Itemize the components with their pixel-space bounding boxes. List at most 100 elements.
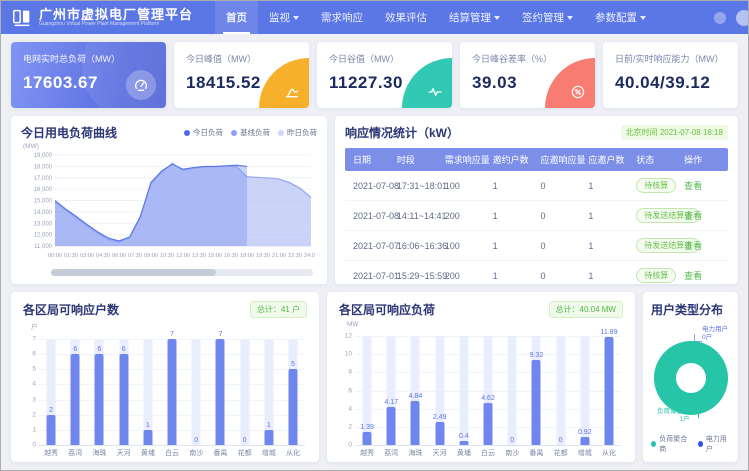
donut-label-electric-user: 电力用户 0户 — [702, 326, 728, 342]
gauge-icon — [126, 70, 156, 100]
nav-item-2[interactable]: 需求响应 — [310, 1, 374, 34]
table-cell: 100 — [441, 231, 489, 261]
category-label: 黄埔 — [457, 448, 471, 458]
nav-item-5[interactable]: 签约管理 — [511, 1, 584, 34]
bar — [459, 441, 468, 445]
bar-column-天河: 6天河 — [112, 331, 136, 458]
district-users-card: 各区局可响应户数 总计：41 户 户 012345672越秀6荔湾6海珠6天河1… — [11, 292, 319, 462]
bar-column-黄埔: 0.4黄埔 — [452, 328, 476, 458]
chart-zoom-thumb[interactable] — [51, 269, 216, 276]
load-curve-legend: 今日负荷基线负荷 昨日负荷 — [184, 127, 317, 138]
table-cell: 1 — [584, 171, 632, 201]
donut-label-aggregator: 负荷聚合商 1户 — [657, 408, 690, 424]
table-cell: 17:31~18:01 — [393, 171, 441, 201]
bar — [168, 339, 177, 445]
y-tick-label: 3 — [23, 396, 36, 403]
table-cell: 15:29~15:59 — [393, 261, 441, 291]
svg-text:16:30: 16:30 — [224, 253, 238, 259]
view-link[interactable]: 查看 — [684, 241, 702, 251]
y-tick-label: 7 — [23, 336, 36, 343]
nav-item-label: 结算管理 — [449, 10, 491, 25]
category-label: 越秀 — [44, 448, 58, 458]
pulse-icon — [402, 58, 452, 108]
bar — [119, 354, 128, 445]
bar — [387, 407, 396, 445]
status-badge: 待核算 — [636, 178, 676, 193]
table-header: 时段 — [393, 148, 441, 171]
district-users-chart: 012345672越秀6荔湾6海珠6天河1黄埔7白云0南沙7番禺0花都1增城5从… — [39, 331, 307, 458]
user-type-legend-item-0[interactable]: 负荷聚合商 — [651, 434, 690, 454]
legend-item-0[interactable]: 今日负荷 — [184, 127, 223, 138]
nav-item-label: 效果评估 — [385, 10, 427, 25]
chevron-down-icon — [494, 16, 500, 20]
svg-text:18:00: 18:00 — [240, 253, 254, 259]
table-cell: 2021-07-08 — [345, 171, 393, 201]
bar-backdrop — [459, 336, 468, 445]
notification-icon[interactable] — [714, 12, 726, 24]
kpi-row: 电网实时总负荷（MW）17603.67今日峰值（MW）18415.52今日谷值（… — [11, 42, 738, 108]
legend-item-2[interactable]: 昨日负荷 — [278, 127, 317, 138]
kpi-label: 日前/实时响应能力（MW） — [615, 52, 726, 65]
svg-text:19,000: 19,000 — [34, 153, 53, 159]
user-type-legend-item-1[interactable]: 电力用户 — [698, 434, 730, 454]
kpi-label: 电网实时总负荷（MW） — [23, 52, 154, 65]
table-row: 2021-07-0115:29~15:59200101待核算查看 — [345, 261, 728, 291]
donut-chart — [654, 341, 728, 415]
bar-value: 4.17 — [384, 399, 398, 406]
table-cell: 0 — [537, 171, 585, 201]
category-label: 花都 — [554, 448, 568, 458]
nav-item-0[interactable]: 首页 — [215, 1, 258, 34]
nav-item-1[interactable]: 监视 — [258, 1, 310, 34]
bar-value: 11.89 — [600, 329, 617, 336]
y-tick-label: 2 — [339, 423, 352, 430]
legend-dot — [651, 441, 656, 447]
nav-item-3[interactable]: 效果评估 — [374, 1, 438, 34]
legend-label: 昨日负荷 — [287, 127, 317, 138]
table-header: 操作 — [680, 148, 728, 171]
user-type-title: 用户类型分布 — [651, 301, 723, 318]
svg-text:12:00: 12:00 — [176, 253, 190, 259]
view-link[interactable]: 查看 — [684, 271, 702, 281]
status-badge: 待核算 — [636, 268, 676, 283]
y-tick-label: 4 — [23, 381, 36, 388]
category-label: 白云 — [481, 448, 495, 458]
nav-item-label: 需求响应 — [321, 10, 363, 25]
legend-dot — [698, 441, 703, 447]
svg-text:22:30: 22:30 — [288, 253, 302, 259]
bar-column-番禺: 9.32番禺 — [524, 328, 548, 458]
bar — [580, 437, 589, 445]
view-link[interactable]: 查看 — [684, 181, 702, 191]
category-label: 从化 — [286, 448, 300, 458]
bar-value: 2.49 — [433, 414, 447, 421]
category-label: 番禺 — [213, 448, 227, 458]
bar-value: 0 — [559, 437, 563, 444]
legend-label: 电力用户 — [706, 434, 730, 454]
bar-column-南沙: 0南沙 — [500, 328, 524, 458]
chevron-down-icon — [293, 16, 299, 20]
bar-value: 6 — [73, 346, 77, 353]
table-cell: 0 — [537, 231, 585, 261]
category-label: 黄埔 — [141, 448, 155, 458]
table-row: 2021-07-0814:11~14:41200101待发送结算单查看 — [345, 201, 728, 231]
nav-item-6[interactable]: 参数配置 — [584, 1, 657, 34]
bar-column-番禺: 7番禺 — [208, 331, 232, 458]
table-cell: 1 — [489, 231, 537, 261]
bar-value: 9.32 — [530, 352, 544, 359]
bar-value: 0 — [510, 437, 514, 444]
chart-zoom-slider[interactable] — [51, 269, 313, 276]
y-tick-label: 4 — [339, 405, 352, 412]
category-label: 从化 — [602, 448, 616, 458]
table-row: 2021-07-0817:31~18:01100101待核算查看 — [345, 171, 728, 201]
app-subtitle: Guangzhou Virtual Power Plant Management… — [39, 21, 193, 28]
table-header: 状态 — [632, 148, 680, 171]
category-label: 荔湾 — [68, 448, 82, 458]
bar-column-荔湾: 6 荔湾 — [63, 331, 87, 458]
avatar[interactable] — [736, 10, 749, 26]
legend-item-1[interactable]: 基线负荷 — [231, 127, 270, 138]
district-load-chart: 0246810121.39越秀4.17荔湾4.84海珠2.49天河0.4黄埔4.… — [355, 328, 623, 458]
svg-text:11,000: 11,000 — [34, 244, 53, 250]
bar-value: 4.84 — [409, 393, 423, 400]
nav-item-4[interactable]: 结算管理 — [438, 1, 511, 34]
bar-column-天河: 2.49天河 — [428, 328, 452, 458]
view-link[interactable]: 查看 — [684, 211, 702, 221]
